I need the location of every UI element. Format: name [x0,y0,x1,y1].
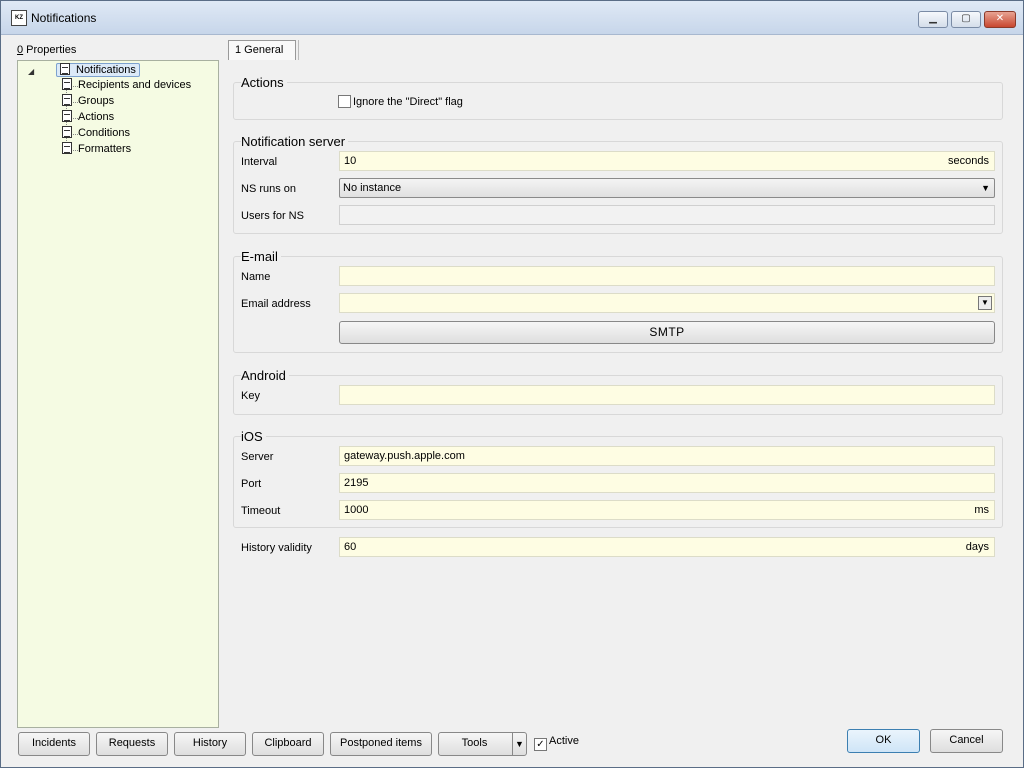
android-section-title: Android [241,368,289,383]
collapse-icon[interactable]: ◢ [28,67,34,76]
history-validity-label: History validity [241,542,312,554]
tree-item-formatters[interactable]: Formatters [62,142,131,157]
cancel-button[interactable]: Cancel [930,729,1003,753]
history-validity-input[interactable]: 60 days [339,537,995,557]
app-icon: KZ [11,10,27,26]
properties-label: 0 Properties [17,44,77,56]
checkbox-icon[interactable] [338,95,351,108]
ns-runs-on-label: NS runs on [241,183,297,195]
actions-section-title: Actions [241,75,287,90]
users-for-ns-label: Users for NS [241,210,304,222]
clipboard-button[interactable]: Clipboard [252,732,324,756]
interval-unit: seconds [948,155,989,167]
notifications-window: KZ Notifications ▁ ▢ ✕ 0 Properties ◢ No… [0,0,1024,768]
ios-timeout-label: Timeout [241,505,281,517]
history-unit: days [965,541,989,553]
tab-general[interactable]: 1 General [228,40,296,60]
timeout-unit: ms [974,504,989,516]
tree-item-recipients-and-devices[interactable]: Recipients and devices [62,78,191,93]
tree-item-conditions[interactable]: Conditions [62,126,130,141]
checkmark-icon[interactable]: ✓ [534,738,547,751]
ios-timeout-input[interactable]: 1000 ms [339,500,995,520]
tools-button[interactable]: Tools ▼ [438,732,527,756]
email-address-label: Email address [241,298,311,310]
active-checkbox[interactable]: ✓ Active [534,735,579,751]
ios-port-label: Port [241,478,262,490]
document-icon [62,126,72,138]
postponed-items-button[interactable]: Postponed items [330,732,432,756]
close-button[interactable]: ✕ [984,11,1016,28]
incidents-button[interactable]: Incidents [18,732,90,756]
email-name-input[interactable] [339,266,995,286]
dropdown-arrow-icon[interactable]: ▼ [512,733,526,755]
document-icon [62,110,72,122]
users-for-ns-input [339,205,995,225]
ignore-direct-checkbox[interactable]: Ignore the "Direct" flag [338,95,463,108]
minimize-button[interactable]: ▁ [918,11,948,28]
smtp-button[interactable]: SMTP [339,321,995,344]
dropdown-arrow-icon: ▼ [981,183,990,193]
android-key-label: Key [241,390,260,402]
properties-tree[interactable]: ◢ Notifications Recipients and devices G… [17,60,219,728]
ios-server-input[interactable]: gateway.push.apple.com [339,446,995,466]
tree-item-actions[interactable]: Actions [62,110,114,125]
android-key-input[interactable] [339,385,995,405]
email-section-title: E-mail [241,249,281,264]
email-address-combo[interactable]: ▼ [339,293,995,313]
document-icon [62,78,72,90]
title-bar: KZ Notifications ▁ ▢ ✕ [1,1,1023,35]
maximize-button[interactable]: ▢ [951,11,981,28]
document-icon [60,63,70,75]
ios-server-label: Server [241,451,274,463]
ns-runs-on-select[interactable]: No instance ▼ [339,178,995,198]
ios-section-title: iOS [241,429,266,444]
email-name-label: Name [241,271,271,283]
window-title: Notifications [31,11,97,25]
notification-server-title: Notification server [241,134,349,149]
ok-button[interactable]: OK [847,729,920,753]
interval-label: Interval [241,156,278,168]
history-button[interactable]: History [174,732,246,756]
dropdown-arrow-icon[interactable]: ▼ [978,296,992,310]
ios-port-input[interactable]: 2195 [339,473,995,493]
document-icon [62,142,72,154]
interval-input[interactable]: 10 seconds [339,151,995,171]
document-icon [62,94,72,106]
requests-button[interactable]: Requests [96,732,168,756]
tree-item-groups[interactable]: Groups [62,94,114,109]
tree-item-notifications[interactable]: Notifications [56,63,140,78]
